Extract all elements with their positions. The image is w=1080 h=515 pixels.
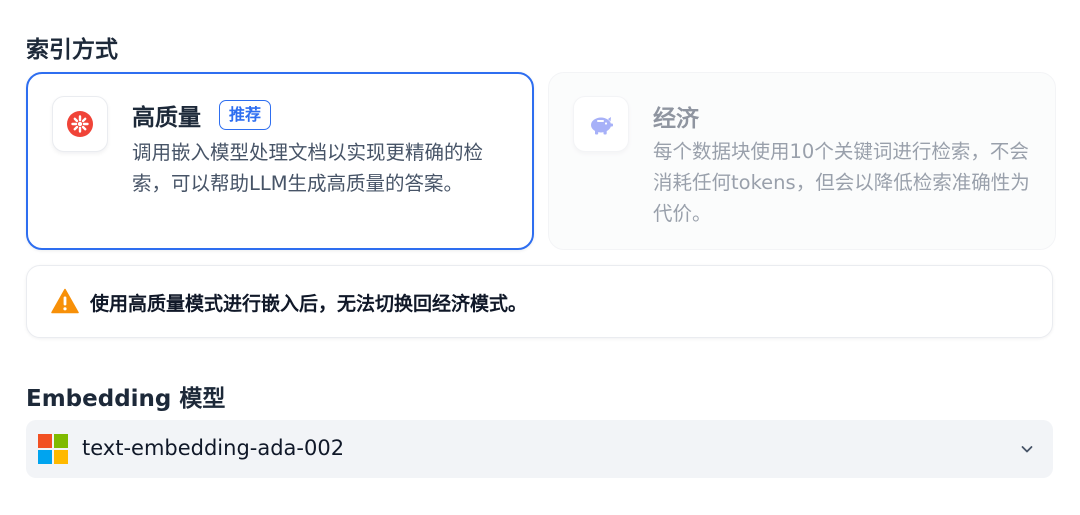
recommended-badge: 推荐 [219, 100, 272, 130]
warning-text: 使用高质量模式进行嵌入后，无法切换回经济模式。 [90, 293, 528, 315]
chevron-down-icon[interactable] [1019, 441, 1035, 457]
high-quality-description: 调用嵌入模型处理文档以实现更精确的检索，可以帮助LLM生成高质量的答案。 [132, 141, 484, 195]
economy-icon-box [573, 96, 629, 152]
economy-option[interactable]: 经济 每个数据块使用10个关键词进行检索，不会消耗任何tokens，但会以降低检… [548, 72, 1056, 250]
high-quality-title: 高质量 [132, 105, 201, 131]
high-quality-icon-box [52, 96, 108, 152]
indexing-settings-panel: 索引方式 高质量 推荐 调用嵌入模型处理文档以实现更精确的检索，可以帮助LLM生… [0, 0, 1080, 515]
indexing-method-title: 索引方式 [26, 37, 118, 63]
embedding-model-select[interactable]: text-embedding-ada-002 [26, 420, 1053, 478]
economy-title: 经济 [653, 106, 699, 132]
economy-description: 每个数据块使用10个关键词进行检索，不会消耗任何tokens，但会以降低检索准确… [653, 140, 1030, 225]
piggy-bank-icon [591, 117, 613, 135]
microsoft-logo-icon [38, 434, 68, 464]
mode-switch-warning: 使用高质量模式进行嵌入后，无法切换回经济模式。 [26, 265, 1053, 338]
high-quality-option[interactable]: 高质量 推荐 调用嵌入模型处理文档以实现更精确的检索，可以帮助LLM生成高质量的… [26, 72, 534, 250]
warning-triangle-icon [51, 288, 79, 314]
embedding-model-title: Embedding 模型 [26, 386, 226, 412]
selected-model-name: text-embedding-ada-002 [82, 436, 345, 460]
sparkle-star-icon [67, 111, 93, 137]
